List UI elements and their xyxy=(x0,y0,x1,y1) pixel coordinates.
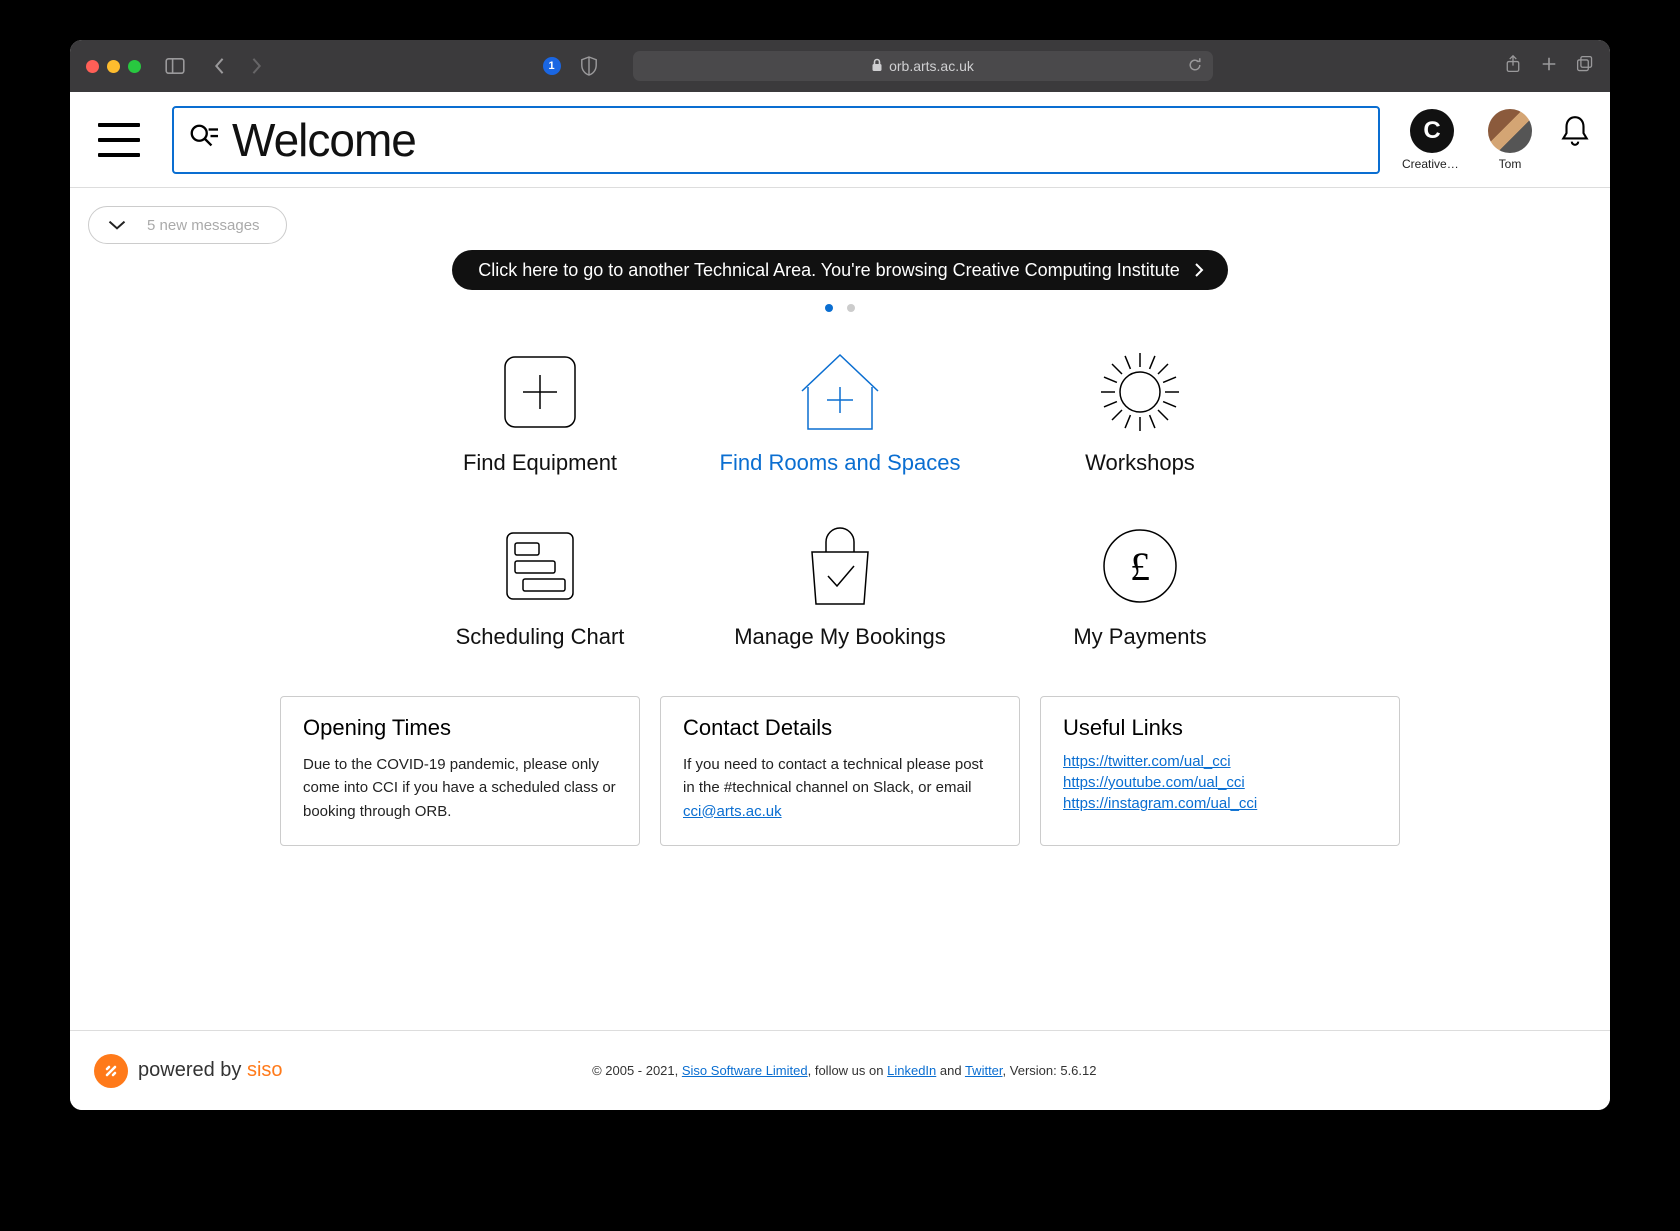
tile-label: Find Rooms and Spaces xyxy=(720,450,961,476)
card-useful-links: Useful Links https://twitter.com/ual_cci… xyxy=(1040,696,1400,846)
sidebar-toggle-button[interactable] xyxy=(161,52,189,80)
window-controls xyxy=(86,60,141,73)
user-avatar-photo xyxy=(1488,109,1532,153)
user-avatar-initial: C xyxy=(1410,109,1454,153)
tile-workshops[interactable]: Workshops xyxy=(990,348,1290,476)
linkedin-link[interactable]: LinkedIn xyxy=(887,1063,936,1078)
tile-find-rooms[interactable]: Find Rooms and Spaces xyxy=(690,348,990,476)
carousel-dots xyxy=(825,304,855,312)
tile-scheduling-chart[interactable]: Scheduling Chart xyxy=(390,522,690,650)
pound-circle-icon: £ xyxy=(1097,522,1183,610)
search-icon xyxy=(188,122,218,157)
useful-link[interactable]: https://youtube.com/ual_cci xyxy=(1063,774,1377,791)
notifications-button[interactable] xyxy=(1558,111,1592,151)
search-box[interactable]: Welcome xyxy=(172,106,1380,174)
card-opening-times: Opening Times Due to the COVID-19 pandem… xyxy=(280,696,640,846)
privacy-shield-icon[interactable] xyxy=(575,52,603,80)
tabs-overview-icon[interactable] xyxy=(1576,55,1594,78)
nav-arrows xyxy=(205,52,271,80)
main-content: 5 new messages Click here to go to anoth… xyxy=(70,188,1610,1030)
gear-icon xyxy=(1095,348,1185,436)
onepassword-icon[interactable]: 1 xyxy=(543,57,561,75)
tile-label: My Payments xyxy=(1073,624,1206,650)
user-switcher: C Creative … Tom xyxy=(1402,109,1592,171)
chevron-down-icon xyxy=(107,219,127,231)
browser-window: 1 orb.arts.ac.uk xyxy=(70,40,1610,1110)
copyright: © 2005 - 2021, Siso Software Limited, fo… xyxy=(592,1063,1096,1078)
url-text: orb.arts.ac.uk xyxy=(889,58,974,74)
extension-icons: 1 xyxy=(543,52,603,80)
forward-button[interactable] xyxy=(243,52,271,80)
carousel-dot-0[interactable] xyxy=(825,304,833,312)
app-header: Welcome C Creative … Tom xyxy=(70,92,1610,188)
tile-label: Find Equipment xyxy=(463,450,617,476)
footer: powered by siso © 2005 - 2021, Siso Soft… xyxy=(70,1030,1610,1110)
area-banner[interactable]: Click here to go to another Technical Ar… xyxy=(452,250,1228,290)
useful-link[interactable]: https://twitter.com/ual_cci xyxy=(1063,753,1377,770)
contact-email-link[interactable]: cci@arts.ac.uk xyxy=(683,803,782,820)
card-body: Due to the COVID-19 pandemic, please onl… xyxy=(303,753,617,823)
form-icon xyxy=(497,522,583,610)
browser-titlebar: 1 orb.arts.ac.uk xyxy=(70,40,1610,92)
info-cards: Opening Times Due to the COVID-19 pandem… xyxy=(280,696,1400,846)
page: Welcome C Creative … Tom 5 new message xyxy=(70,92,1610,1110)
tile-label: Workshops xyxy=(1085,450,1195,476)
card-title: Contact Details xyxy=(683,715,997,741)
user-creative[interactable]: C Creative … xyxy=(1402,109,1462,171)
card-body: If you need to contact a technical pleas… xyxy=(683,753,997,823)
twitter-link[interactable]: Twitter xyxy=(965,1063,1003,1078)
back-button[interactable] xyxy=(205,52,233,80)
reload-icon[interactable] xyxy=(1187,57,1203,76)
user-tom[interactable]: Tom xyxy=(1480,109,1540,171)
close-window-button[interactable] xyxy=(86,60,99,73)
tile-find-equipment[interactable]: Find Equipment xyxy=(390,348,690,476)
address-bar[interactable]: orb.arts.ac.uk xyxy=(633,51,1213,81)
tile-label: Manage My Bookings xyxy=(734,624,946,650)
card-title: Opening Times xyxy=(303,715,617,741)
tile-my-payments[interactable]: £ My Payments xyxy=(990,522,1290,650)
chevron-right-icon xyxy=(1194,262,1204,278)
siso-logo-icon xyxy=(94,1054,128,1088)
tile-grid: Find Equipment Find Rooms and Spaces xyxy=(390,348,1290,650)
maximize-window-button[interactable] xyxy=(128,60,141,73)
powered-by: powered by siso xyxy=(94,1054,283,1088)
card-contact-details: Contact Details If you need to contact a… xyxy=(660,696,1020,846)
share-icon[interactable] xyxy=(1504,55,1522,78)
messages-pill[interactable]: 5 new messages xyxy=(88,206,287,244)
menu-button[interactable] xyxy=(98,123,140,157)
user-label: Creative … xyxy=(1402,157,1462,171)
lock-icon xyxy=(871,58,883,75)
card-title: Useful Links xyxy=(1063,715,1377,741)
toolbar-right xyxy=(1504,55,1594,78)
tile-manage-bookings[interactable]: Manage My Bookings xyxy=(690,522,990,650)
siso-link[interactable]: Siso Software Limited xyxy=(682,1063,808,1078)
minimize-window-button[interactable] xyxy=(107,60,120,73)
house-plus-icon xyxy=(792,348,888,436)
search-text: Welcome xyxy=(232,113,416,167)
tile-label: Scheduling Chart xyxy=(456,624,625,650)
plus-box-icon xyxy=(497,348,583,436)
carousel-dot-1[interactable] xyxy=(847,304,855,312)
useful-link[interactable]: https://instagram.com/ual_cci xyxy=(1063,795,1377,812)
banner-text: Click here to go to another Technical Ar… xyxy=(478,260,1180,281)
messages-text: 5 new messages xyxy=(147,217,260,234)
svg-text:£: £ xyxy=(1130,544,1150,589)
user-label: Tom xyxy=(1499,157,1522,171)
new-tab-icon[interactable] xyxy=(1540,55,1558,78)
bag-check-icon xyxy=(800,522,880,610)
